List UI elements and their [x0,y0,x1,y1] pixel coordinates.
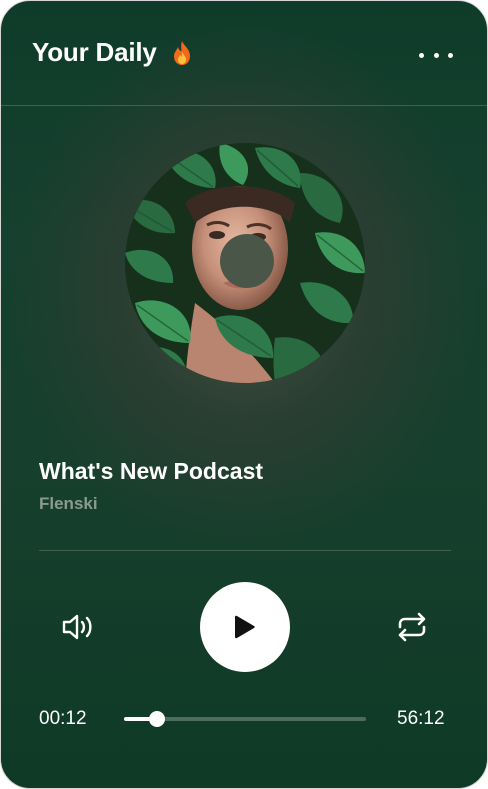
player-card: Your Daily What's New Podcast Flenski 00… [0,0,488,789]
volume-icon [62,614,92,640]
track-divider [39,550,451,551]
player-header: Your Daily [32,37,193,68]
more-dot [433,52,439,58]
repeat-button[interactable] [394,610,430,644]
volume-button[interactable] [59,610,97,644]
progress-bar[interactable] [124,711,366,727]
current-time: 00:12 [39,708,87,729]
more-options-button[interactable] [419,45,453,65]
progress-thumb[interactable] [148,711,165,727]
album-art-center-hole [220,234,274,288]
playlist-title: Your Daily [32,37,157,67]
play-icon [235,615,255,639]
header-divider [1,105,487,106]
track-title: What's New Podcast [39,458,264,484]
more-dot [448,52,453,58]
more-dot [419,52,424,58]
total-time: 56:12 [397,708,445,729]
repeat-icon [398,612,426,642]
fire-icon [171,40,193,66]
play-button[interactable] [200,582,290,672]
track-artist: Flenski [39,494,98,513]
